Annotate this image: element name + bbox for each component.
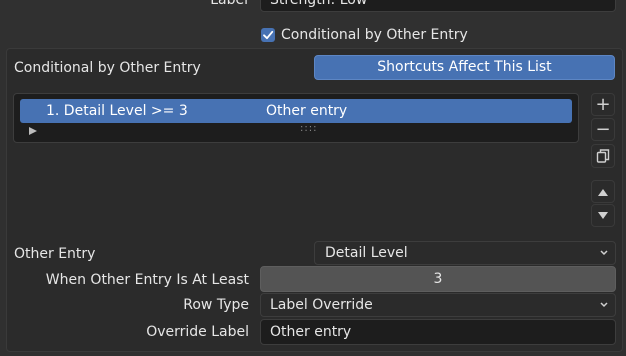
threshold-number-field[interactable]: 3 <box>260 266 616 292</box>
other-entry-value: Detail Level <box>325 245 408 261</box>
triangle-up-icon <box>598 188 608 196</box>
when-label: When Other Entry Is At Least <box>45 272 249 288</box>
panel-title: Conditional by Other Entry <box>14 60 201 76</box>
row-type-dropdown[interactable]: Label Override <box>260 293 616 317</box>
move-up-button[interactable] <box>591 180 615 203</box>
add-item-button[interactable]: + <box>591 93 615 116</box>
row-type-value: Label Override <box>270 297 373 313</box>
override-label-label: Override Label <box>146 324 249 340</box>
other-entry-label: Other Entry <box>14 246 96 262</box>
triangle-down-icon <box>598 211 608 219</box>
conditional-checkbox[interactable] <box>261 28 275 42</box>
copy-icon <box>596 149 610 163</box>
copy-item-button[interactable] <box>591 144 615 168</box>
checkmark-icon <box>263 30 274 40</box>
override-label-field[interactable]: Other entry <box>260 319 616 345</box>
minus-icon: − <box>595 118 611 140</box>
shortcuts-affect-list-button[interactable]: Shortcuts Affect This List <box>314 55 615 80</box>
list-resize-grip[interactable]: :::: <box>300 123 317 134</box>
chevron-down-icon <box>600 302 608 308</box>
list-item-name: 1. Detail Level >= 3 <box>46 103 188 119</box>
expand-arrow-icon[interactable] <box>28 126 38 136</box>
remove-item-button[interactable]: − <box>591 118 615 141</box>
label-field-label: Label <box>210 0 248 8</box>
condition-list[interactable]: 1. Detail Level >= 3 Other entry :::: <box>13 93 579 143</box>
list-item[interactable]: 1. Detail Level >= 3 Other entry <box>20 99 572 123</box>
plus-icon: + <box>595 93 611 115</box>
list-item-other: Other entry <box>266 103 348 119</box>
other-entry-dropdown[interactable]: Detail Level <box>314 241 616 265</box>
row-type-label: Row Type <box>183 297 249 313</box>
conditional-checkbox-label[interactable]: Conditional by Other Entry <box>281 25 468 45</box>
label-value-field[interactable]: Strength: Low <box>260 0 616 12</box>
chevron-down-icon <box>600 250 608 256</box>
move-down-button[interactable] <box>591 204 615 227</box>
